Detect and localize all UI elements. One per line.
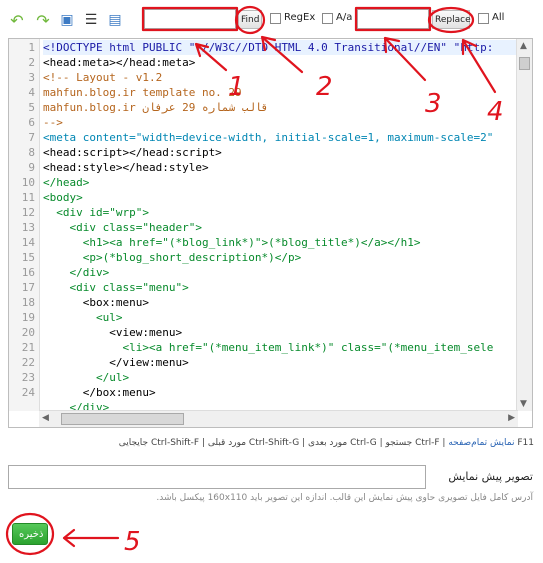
line-number: 23	[21, 371, 35, 384]
line-number: 13	[21, 221, 35, 234]
line-number: 18	[21, 296, 35, 309]
code-editor[interactable]: 1 2 3 4 5 6 7 8 9 10 11 12 13 14 15 16 1…	[8, 38, 533, 428]
line-number: 19	[21, 311, 35, 324]
code-line: </view:menu>	[43, 356, 189, 369]
scroll-right-icon[interactable]: ▶	[508, 413, 515, 423]
find-button[interactable]: Find	[238, 10, 262, 29]
line-number: 22	[21, 356, 35, 369]
line-number: 4	[28, 86, 35, 99]
code-line: <ul>	[43, 311, 123, 324]
code-line: <div class="menu">	[43, 281, 189, 294]
fullscreen-link[interactable]: نمایش تمام‌صفحه	[448, 438, 514, 448]
code-line: <!-- Layout - v1.2	[43, 71, 163, 84]
annotation-label-5: 5	[124, 527, 141, 557]
vertical-scrollbar[interactable]: ▲ ▼	[516, 39, 532, 411]
find-input[interactable]	[144, 9, 236, 29]
line-gutter: 1 2 3 4 5 6 7 8 9 10 11 12 13 14 15 16 1…	[9, 39, 40, 411]
preview-image-input[interactable]	[8, 465, 426, 489]
line-number: 12	[21, 206, 35, 219]
code-line: -->	[43, 116, 63, 129]
line-number: 11	[21, 191, 35, 204]
redo-icon[interactable]: ↷	[34, 11, 52, 30]
line-number: 16	[21, 266, 35, 279]
line-number: 17	[21, 281, 35, 294]
file-icon[interactable]: ▣	[58, 11, 76, 29]
scroll-down-icon[interactable]: ▼	[520, 399, 527, 409]
horizontal-scroll-thumb[interactable]	[61, 413, 184, 425]
code-line: <head:style></head:style>	[43, 161, 209, 174]
code-line: <h1><a href="(*blog_link*)">(*blog_title…	[43, 236, 421, 249]
code-line: <box:menu>	[43, 296, 149, 309]
preview-note: آدرس کامل فایل تصویری حاوی پیش نمایش این…	[156, 493, 533, 503]
code-line: mahfun.blog.ir قالب شماره 29 عرفان	[43, 101, 269, 114]
save-button[interactable]: ذخیره	[12, 523, 48, 545]
format-icon[interactable]: ▤	[106, 11, 124, 29]
undo-icon[interactable]: ↶	[8, 11, 26, 30]
code-line: <!DOCTYPE html PUBLIC "-//W3C//DTD HTML …	[43, 41, 494, 54]
code-line: mahfun.blog.ir template no. 29	[43, 86, 242, 99]
code-line: <div class="header">	[43, 221, 202, 234]
line-number: 10	[21, 176, 35, 189]
code-line: <li><a href="(*menu_item_link*)" class="…	[43, 341, 494, 354]
code-line: </div>	[43, 266, 110, 279]
line-number: 1	[28, 41, 35, 54]
list-icon[interactable]: ☰	[82, 11, 100, 29]
horizontal-scrollbar[interactable]: ◀ ▶	[39, 410, 518, 427]
line-number: 15	[21, 251, 35, 264]
scroll-up-icon[interactable]: ▲	[520, 41, 527, 51]
replace-all-checkbox[interactable]	[478, 13, 489, 24]
editor-toolbar: ↶ ↷ ▣ ☰ ▤ Find RegEx A/a Replace All	[0, 0, 543, 38]
line-number: 24	[21, 386, 35, 399]
line-number: 9	[28, 161, 35, 174]
line-number: 7	[28, 131, 35, 144]
line-number: 14	[21, 236, 35, 249]
replace-input[interactable]	[357, 9, 429, 29]
code-line: <div id="wrp">	[43, 206, 149, 219]
line-number: 2	[28, 56, 35, 69]
scroll-left-icon[interactable]: ◀	[42, 413, 49, 423]
preview-label: تصویر پیش نمایش	[448, 470, 533, 483]
line-number: 21	[21, 341, 35, 354]
f11-key: F11	[517, 438, 534, 448]
replace-all-label: All	[492, 12, 505, 23]
code-line: <view:menu>	[43, 326, 183, 339]
shortcut-list: | Ctrl-F جستجو | Ctrl-G مورد بعدی | Ctrl…	[118, 438, 446, 448]
regex-label: RegEx	[284, 12, 316, 23]
line-number: 6	[28, 116, 35, 129]
replace-button[interactable]: Replace	[432, 10, 471, 29]
code-line: <body>	[43, 191, 83, 204]
case-label: A/a	[336, 12, 353, 23]
line-number: 8	[28, 146, 35, 159]
case-checkbox[interactable]	[322, 13, 333, 24]
line-number: 20	[21, 326, 35, 339]
line-number: 3	[28, 71, 35, 84]
arrow-5-icon	[62, 528, 120, 548]
code-line: </box:menu>	[43, 386, 156, 399]
line-number: 5	[28, 101, 35, 114]
code-line: <head:meta></head:meta>	[43, 56, 196, 69]
code-line: <p>(*blog_short_description*)</p>	[43, 251, 302, 264]
code-area[interactable]: <!DOCTYPE html PUBLIC "-//W3C//DTD HTML …	[43, 39, 519, 411]
code-line: <head:script></head:script>	[43, 146, 222, 159]
shortcut-hints: F11 نمایش تمام‌صفحه | Ctrl-F جستجو | Ctr…	[119, 438, 534, 448]
code-line: </ul>	[43, 371, 130, 384]
code-line: <meta content="width=device-width, initi…	[43, 131, 494, 144]
regex-checkbox[interactable]	[270, 13, 281, 24]
code-line: </head>	[43, 176, 90, 189]
vertical-scroll-thumb[interactable]	[519, 57, 530, 70]
